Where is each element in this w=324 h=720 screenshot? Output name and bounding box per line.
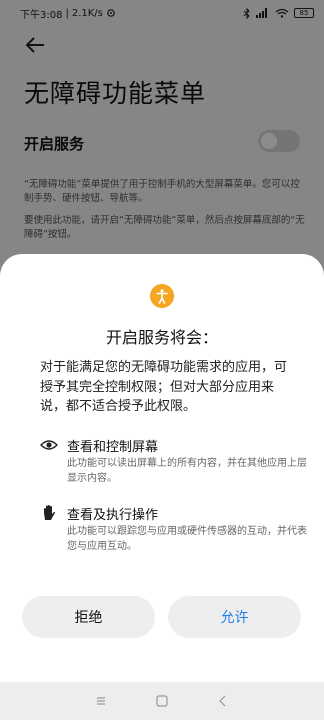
hand-icon	[44, 505, 56, 520]
permission-description: 此功能可以读出屏幕上的所有内容，并在其他应用上层显示内容。	[67, 458, 307, 484]
recents-menu-icon[interactable]	[94, 694, 108, 708]
permission-title: 查看和控制屏幕	[67, 440, 159, 455]
home-icon[interactable]	[155, 694, 169, 708]
dialog-title: 开启服务将会：	[105, 328, 218, 347]
navigation-bar	[0, 682, 324, 720]
permission-description: 此功能可以跟踪您与应用或硬件传感器的互动，并代表您与应用互动。	[67, 526, 307, 552]
accessibility-icon	[150, 284, 174, 308]
dialog-intro: 对于能满足您的无障碍功能需求的应用，可授予其完全控制权限；但对大部分应用来说，都…	[40, 360, 288, 414]
allow-button[interactable]: 允许	[168, 596, 301, 638]
deny-button[interactable]: 拒绝	[22, 596, 155, 638]
permission-dialog: 开启服务将会： 对于能满足您的无障碍功能需求的应用，可授予其完全控制权限；但对大…	[0, 254, 324, 682]
permission-title: 查看及执行操作	[67, 508, 159, 523]
eye-icon	[40, 440, 58, 450]
back-icon[interactable]	[216, 694, 230, 708]
